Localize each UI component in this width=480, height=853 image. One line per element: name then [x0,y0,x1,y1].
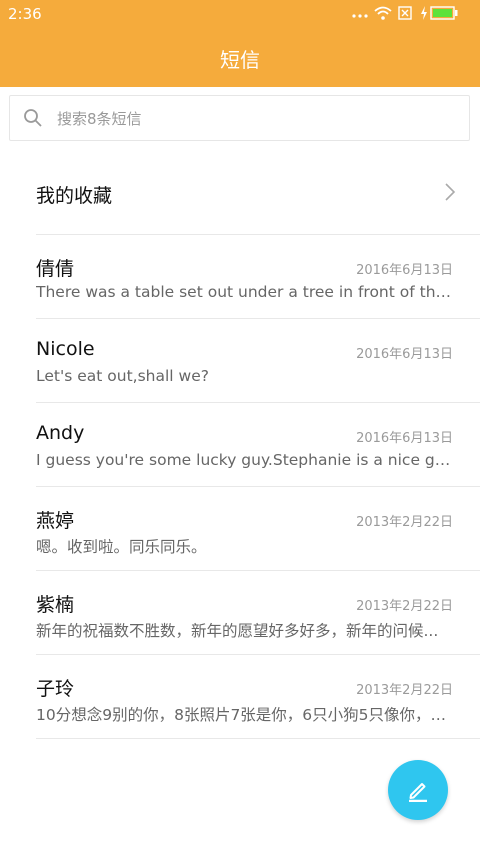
battery-icon [430,6,458,20]
app-header: 2:36 短信 [0,0,480,87]
message-row[interactable]: 倩倩 2016年6月13日 There was a table set out … [0,235,480,319]
status-time: 2:36 [8,5,42,23]
message-date: 2016年6月13日 [356,431,453,446]
contact-name: 燕婷 [36,510,75,532]
message-preview: Let's eat out,shall we? [36,367,209,385]
search-icon [24,109,42,127]
contact-name: 子玲 [36,678,75,700]
search-input[interactable] [55,96,459,142]
message-row[interactable]: 紫楠 2013年2月22日 新年的祝福数不胜数，新年的愿望好多好多，新年的问候.… [0,571,480,655]
search-box[interactable] [9,95,470,142]
contact-name: Andy [36,422,85,444]
compose-button[interactable] [388,760,448,820]
message-row[interactable]: Nicole 2016年6月13日 Let's eat out,shall we… [0,319,480,403]
message-preview: I guess you're some lucky guy.Stephanie … [36,451,454,469]
contact-name: 紫楠 [36,594,75,616]
message-preview: There was a table set out under a tree i… [36,283,454,301]
status-icons [352,6,472,22]
message-date: 2016年6月13日 [356,263,453,278]
contact-name: Nicole [36,338,95,360]
charging-icon [421,6,427,20]
message-date: 2016年6月13日 [356,347,453,362]
message-date: 2013年2月22日 [356,599,453,614]
message-preview: 嗯。收到啦。同乐同乐。 [36,538,207,556]
chevron-right-icon [445,183,456,201]
message-date: 2013年2月22日 [356,683,453,698]
favorites-row[interactable]: 我的收藏 [0,150,480,234]
page-title: 短信 [220,48,260,72]
more-dots-icon [352,14,368,18]
wifi-icon [374,6,392,20]
message-preview: 新年的祝福数不胜数，新年的愿望好多好多，新年的问候... [36,622,439,640]
status-bar: 2:36 [0,0,480,28]
favorites-label: 我的收藏 [36,185,113,207]
compose-icon [409,783,427,802]
divider [36,738,480,739]
message-preview: 10分想念9别的你，8张照片7张是你，6只小狗5只像你，4... [36,706,454,724]
contact-name: 倩倩 [36,258,75,280]
message-row[interactable]: 燕婷 2013年2月22日 嗯。收到啦。同乐同乐。 [0,487,480,571]
message-row[interactable]: Andy 2016年6月13日 I guess you're some luck… [0,403,480,487]
message-row[interactable]: 子玲 2013年2月22日 10分想念9别的你，8张照片7张是你，6只小狗5只像… [0,655,480,739]
no-sim-icon [398,6,412,20]
message-date: 2013年2月22日 [356,515,453,530]
